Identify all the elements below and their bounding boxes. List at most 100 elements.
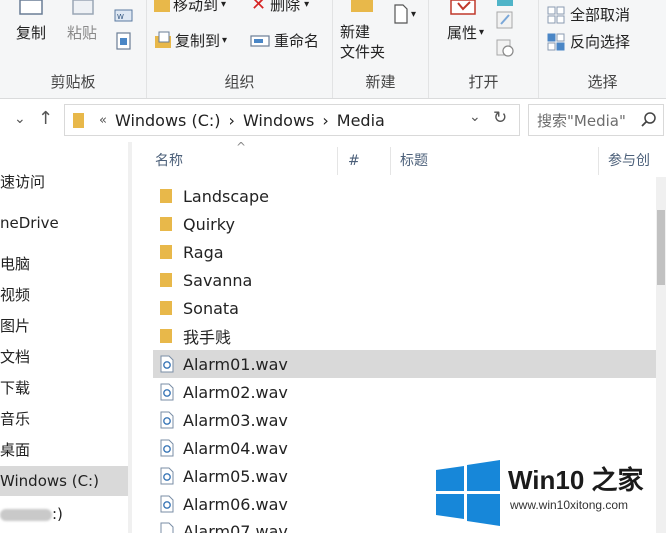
cut-icon[interactable]: W: [114, 8, 134, 24]
nav-item-music[interactable]: 音乐: [0, 404, 128, 434]
history-dropdown-icon[interactable]: ⌄: [469, 109, 481, 125]
breadcrumb-separator-icon[interactable]: ›: [229, 111, 235, 130]
copy-to-icon: [155, 31, 171, 48]
folder-icon: [73, 113, 84, 128]
folder-icon: [160, 273, 172, 287]
column-divider[interactable]: [390, 147, 391, 175]
file-name: Landscape: [183, 186, 269, 206]
delete-button[interactable]: ✕ 删除 ▾: [251, 0, 309, 15]
search-placeholder: 搜索"Media": [537, 111, 626, 130]
rename-icon: [250, 34, 270, 47]
search-input[interactable]: 搜索"Media": [528, 104, 664, 136]
chevron-down-icon: ▾: [411, 8, 417, 20]
audio-file-icon: [160, 411, 174, 429]
chevron-down-icon: ▾: [479, 27, 485, 38]
select-none-button[interactable]: 全部取消: [547, 4, 630, 25]
clipboard-group-label: 剪贴板: [50, 73, 96, 91]
edit-icon[interactable]: [495, 10, 515, 30]
chevron-down-icon: ▾: [304, 0, 310, 10]
column-header-name[interactable]: 名称: [155, 145, 335, 177]
ribbon: 复制 粘贴 W 剪贴板 移动到 ▾ ✕ 删除 ▾ 复制到 ▾ 重命名 组织 新建…: [0, 0, 666, 99]
open-group: 属性 ▾ 打开: [429, 0, 539, 98]
new-folder-button[interactable]: 新建 文件夹: [340, 22, 385, 62]
nav-item-onedrive[interactable]: neDrive: [0, 208, 128, 238]
navigation-pane-scrollbar[interactable]: [128, 142, 132, 533]
nav-item-quick-access[interactable]: 速访问: [0, 167, 128, 197]
new-group: 新建 文件夹 ▾ 新建: [333, 0, 429, 98]
clipboard-group: 复制 粘贴 W 剪贴板: [0, 0, 147, 98]
paste-button[interactable]: 粘贴: [67, 22, 97, 43]
column-header-number[interactable]: #: [348, 145, 388, 177]
audio-file-icon: [160, 495, 174, 513]
folder-row[interactable]: 我手贱: [153, 322, 657, 350]
breadcrumb-separator-icon[interactable]: ›: [322, 111, 328, 130]
copy-button[interactable]: 复制: [16, 22, 46, 43]
column-divider[interactable]: [598, 147, 599, 175]
nav-item-windows-c[interactable]: Windows (C:): [0, 466, 128, 496]
nav-item-this-pc[interactable]: 电脑: [0, 249, 128, 279]
audio-file-icon: [160, 355, 174, 373]
file-row-selected[interactable]: Alarm01.wav: [153, 350, 657, 378]
folder-row[interactable]: Savanna: [153, 266, 657, 294]
delete-x-icon: ✕: [251, 0, 267, 15]
copy-to-button[interactable]: 复制到 ▾: [153, 30, 227, 51]
folder-icon: [160, 245, 172, 259]
nav-item-pictures[interactable]: 图片: [0, 311, 128, 341]
address-bar[interactable]: « Windows (C:) › Windows › Media ⌄ ↻: [64, 104, 520, 136]
folder-row[interactable]: Raga: [153, 238, 657, 266]
file-name: Alarm05.wav: [183, 466, 288, 486]
file-name: Alarm04.wav: [183, 438, 288, 458]
audio-file-icon: [160, 467, 174, 485]
chevron-down-icon: ▾: [222, 35, 228, 46]
folder-row[interactable]: Sonata: [153, 294, 657, 322]
new-item-button[interactable]: ▾: [393, 4, 416, 24]
chevron-down-icon[interactable]: ⌄: [14, 111, 26, 127]
invert-selection-button[interactable]: 反向选择: [547, 31, 630, 52]
file-name: Alarm01.wav: [183, 354, 288, 374]
column-header-contributors[interactable]: 参与创: [608, 145, 666, 177]
audio-file-icon: [160, 439, 174, 457]
file-name: Alarm03.wav: [183, 410, 288, 430]
windows-logo: [436, 460, 500, 526]
file-name: Alarm06.wav: [183, 494, 288, 514]
watermark: Win10 之家 www.win10xitong.com: [430, 454, 666, 533]
open-group-label: 打开: [468, 73, 499, 91]
refresh-icon[interactable]: ↻: [493, 108, 507, 128]
move-to-button[interactable]: 移动到 ▾: [153, 0, 226, 15]
nav-item-videos[interactable]: 视频: [0, 280, 128, 310]
folder-icon: [154, 0, 170, 12]
select-group-label: 选择: [587, 73, 618, 91]
paste-shortcut-icon[interactable]: [115, 32, 133, 50]
breadcrumb-item[interactable]: Media: [337, 111, 385, 130]
file-name: Sonata: [183, 298, 239, 318]
up-arrow-icon[interactable]: ↑: [38, 108, 53, 129]
nav-item-downloads[interactable]: 下载: [0, 373, 128, 403]
open-icon[interactable]: [495, 0, 515, 8]
history-icon[interactable]: [495, 38, 515, 58]
breadcrumb-item[interactable]: Windows: [243, 111, 314, 130]
new-group-label: 新建: [365, 73, 396, 91]
properties-button[interactable]: 属性 ▾: [447, 22, 484, 43]
file-name: Quirky: [183, 214, 235, 234]
file-name: Savanna: [183, 270, 253, 290]
nav-item-documents[interactable]: 文档: [0, 342, 128, 372]
scrollbar-thumb[interactable]: [657, 210, 665, 285]
folder-row[interactable]: Quirky: [153, 210, 657, 238]
breadcrumb-item[interactable]: Windows (C:): [115, 111, 221, 130]
file-name: Alarm02.wav: [183, 382, 288, 402]
watermark-url: www.win10xitong.com: [510, 498, 629, 512]
new-item-icon: [394, 4, 408, 24]
nav-item-desktop[interactable]: 桌面: [0, 435, 128, 465]
breadcrumb-overflow[interactable]: «: [99, 113, 107, 128]
file-row[interactable]: Alarm03.wav: [153, 406, 657, 434]
navigation-pane: 速访问 neDrive 电脑 视频 图片 文档 下载 音乐 桌面 Windows…: [0, 142, 130, 533]
paste-icon: [72, 0, 94, 15]
column-header-title[interactable]: 标题: [400, 145, 590, 177]
file-row[interactable]: Alarm02.wav: [153, 378, 657, 406]
organize-group: 移动到 ▾ ✕ 删除 ▾ 复制到 ▾ 重命名 组织: [147, 0, 333, 98]
rename-button[interactable]: 重命名: [250, 30, 319, 51]
nav-item-drive[interactable]: :): [0, 499, 128, 529]
column-divider[interactable]: [337, 147, 338, 175]
folder-row[interactable]: Landscape: [153, 182, 657, 210]
new-folder-icon: [351, 0, 373, 12]
